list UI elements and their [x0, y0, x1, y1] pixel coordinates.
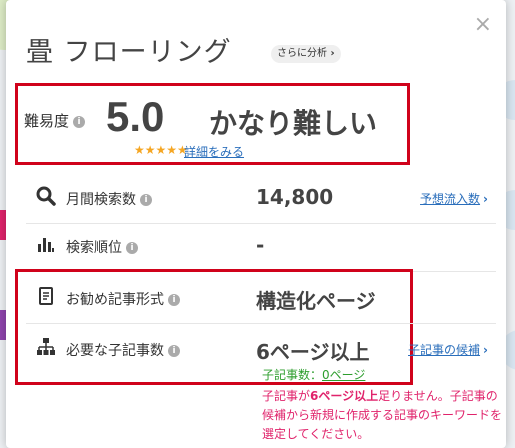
article-format-row: お勧め記事形式 i 構造化ページ — [26, 272, 496, 324]
child-articles-value: 6ページ以上 — [256, 340, 370, 364]
info-icon[interactable]: i — [73, 115, 86, 128]
article-format-label: お勧め記事形式 i — [66, 289, 180, 309]
difficulty-score: 5.0 — [106, 93, 165, 140]
difficulty-text: かなり難しい — [209, 107, 378, 140]
search-volume-value: 14,800 — [256, 185, 334, 209]
warning-part1: 子記事が — [262, 389, 311, 403]
info-icon[interactable]: i — [168, 294, 180, 306]
search-rank-row: 検索順位 i - — [26, 220, 496, 272]
keyword-analysis-modal: × 畳 フローリング さらに分析 難易度i 5.0 かなり難しい ★★★★★ 詳… — [6, 0, 506, 448]
info-icon[interactable]: i — [140, 194, 152, 206]
child-candidates-link[interactable]: 子記事の候補 — [408, 341, 488, 358]
modal-title: 畳 フローリング — [26, 37, 232, 68]
expected-traffic-link[interactable]: 予想流入数 — [420, 190, 488, 207]
search-icon — [36, 186, 56, 206]
close-icon[interactable]: × — [474, 14, 492, 36]
child-article-warning: 子記事が6ページ以上足りません。子記事の候補から新規に作成する記事のキーワードを… — [262, 387, 502, 444]
difficulty-label-text: 難易度 — [24, 112, 70, 130]
article-format-value: 構造化ページ — [256, 289, 376, 313]
detail-link[interactable]: 詳細をみる — [184, 143, 244, 160]
more-analysis-button[interactable]: さらに分析 — [271, 45, 341, 63]
child-articles-row: 必要な子記事数 i 6ページ以上 子記事の候補 — [26, 323, 496, 383]
info-icon[interactable]: i — [168, 345, 180, 357]
document-icon — [39, 287, 53, 305]
bar-chart-icon — [38, 238, 54, 252]
info-icon[interactable]: i — [126, 242, 138, 254]
sitemap-icon — [37, 338, 55, 355]
child-count-link[interactable]: 0ページ — [322, 368, 365, 382]
search-volume-row: 月間検索数 i 14,800 予想流入数 — [26, 172, 496, 224]
article-format-label-text: お勧め記事形式 — [66, 292, 164, 308]
warning-bold: 6ページ以上 — [310, 389, 379, 403]
search-rank-label: 検索順位 i — [66, 237, 138, 257]
child-articles-label-text: 必要な子記事数 — [66, 343, 164, 359]
child-article-count: 子記事数：0ページ — [262, 366, 365, 383]
search-rank-value: - — [256, 233, 265, 257]
search-rank-label-text: 検索順位 — [66, 240, 122, 256]
difficulty-stars: ★★★★★ — [134, 143, 188, 157]
child-count-prefix: 子記事数： — [262, 368, 323, 382]
search-volume-label-text: 月間検索数 — [66, 192, 136, 208]
child-articles-label: 必要な子記事数 i — [66, 340, 180, 360]
difficulty-label: 難易度 i — [24, 110, 86, 131]
search-volume-label: 月間検索数 i — [66, 189, 152, 209]
